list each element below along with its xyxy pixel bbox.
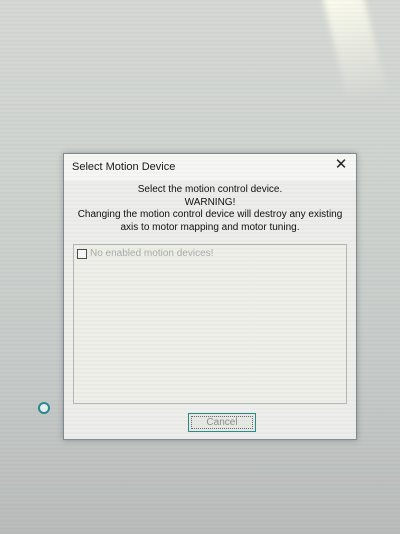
message-line-4: axis to motor mapping and motor tuning. xyxy=(120,221,300,233)
dialog-message: Select the motion control device. WARNIN… xyxy=(64,184,356,234)
dialog-title: Select Motion Device xyxy=(72,161,176,173)
message-line-1: Select the motion control device. xyxy=(137,184,283,195)
message-warning: WARNING! xyxy=(184,196,236,208)
screen-glare xyxy=(322,0,388,104)
device-checkbox-label: No enabled motion devices! xyxy=(90,248,214,259)
device-checkbox xyxy=(77,248,87,259)
dialog-titlebar: Select Motion Device ✕ xyxy=(64,154,356,181)
close-icon[interactable]: ✕ xyxy=(326,154,356,174)
select-motion-device-dialog: Select Motion Device ✕ Select the motion… xyxy=(63,153,357,440)
circle-icon xyxy=(38,402,50,414)
cancel-button[interactable]: Cancel xyxy=(188,413,256,432)
message-line-3: Changing the motion control device will … xyxy=(77,209,343,220)
device-list-item: No enabled motion devices! xyxy=(77,248,213,259)
device-list[interactable]: No enabled motion devices! xyxy=(73,244,347,404)
